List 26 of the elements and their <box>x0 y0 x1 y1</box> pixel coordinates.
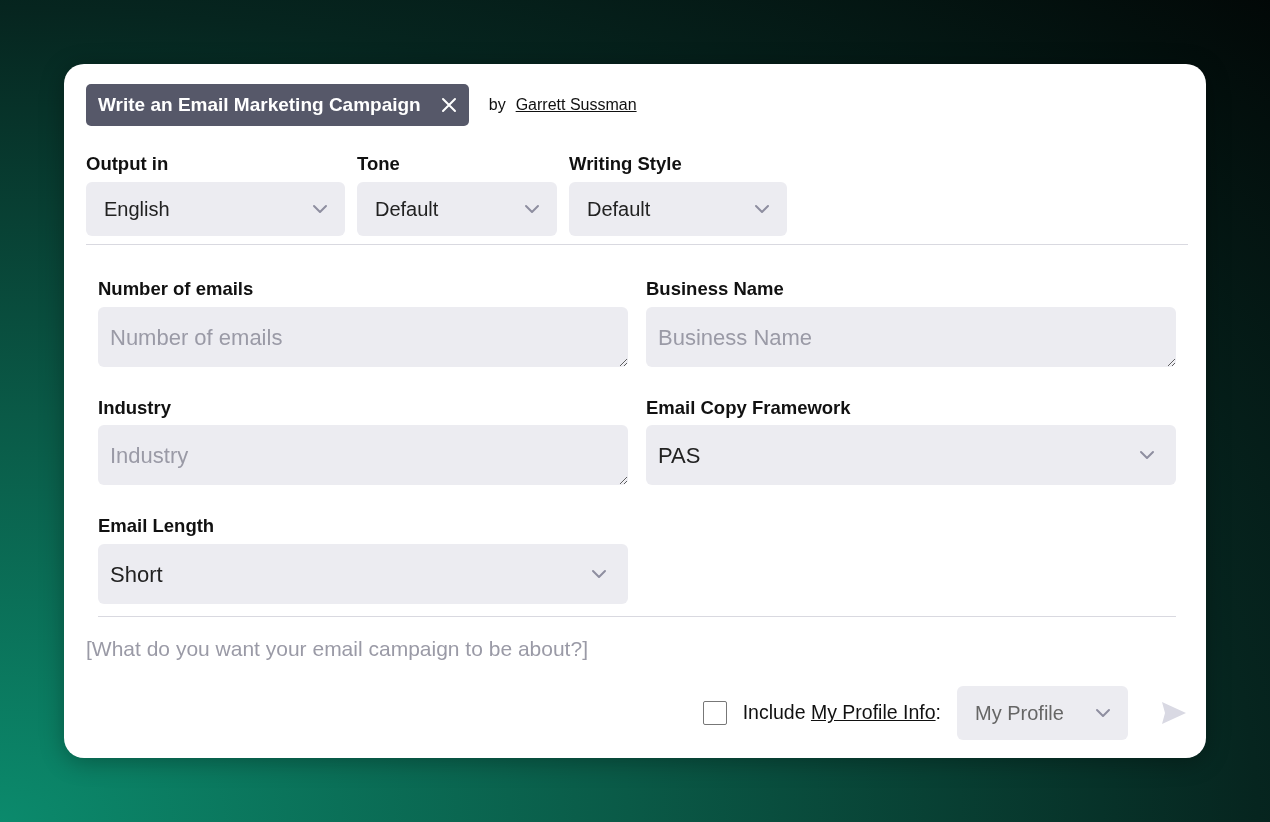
dropdown-select[interactable]: PAS <box>646 425 1176 486</box>
send-icon <box>1161 701 1187 726</box>
close-button[interactable] <box>440 97 457 113</box>
text-field[interactable]: Number of emails <box>98 306 628 367</box>
template-title: Write an Email Marketing Campaign <box>98 92 421 117</box>
style-select[interactable]: Default <box>569 181 787 236</box>
field-label: Email Copy Framework <box>646 395 852 420</box>
field-label: Tone <box>357 152 401 176</box>
field-label: Writing Style <box>569 152 683 176</box>
field-label: Output in <box>86 152 170 176</box>
close-icon <box>440 97 457 113</box>
field-label: Email Length <box>98 514 216 539</box>
profile-label: Include My Profile Info: <box>742 700 941 726</box>
by-label: by <box>488 95 506 115</box>
tone-select[interactable]: Default <box>357 181 557 236</box>
language-select[interactable]: English <box>86 181 345 236</box>
author-link[interactable]: Garrett Sussman <box>515 93 637 117</box>
dropdown-select[interactable]: Short <box>98 544 628 604</box>
field-label: Business Name <box>646 276 785 301</box>
text-field[interactable]: Business Name <box>646 306 1176 367</box>
text-field[interactable]: Industry <box>98 425 628 486</box>
profile-link[interactable]: My Profile Info <box>810 701 936 724</box>
profile-select[interactable]: My Profile <box>957 686 1128 740</box>
field-label: Industry <box>98 395 172 420</box>
field-label: Number of emails <box>98 276 255 301</box>
checkbox[interactable] <box>702 701 727 725</box>
